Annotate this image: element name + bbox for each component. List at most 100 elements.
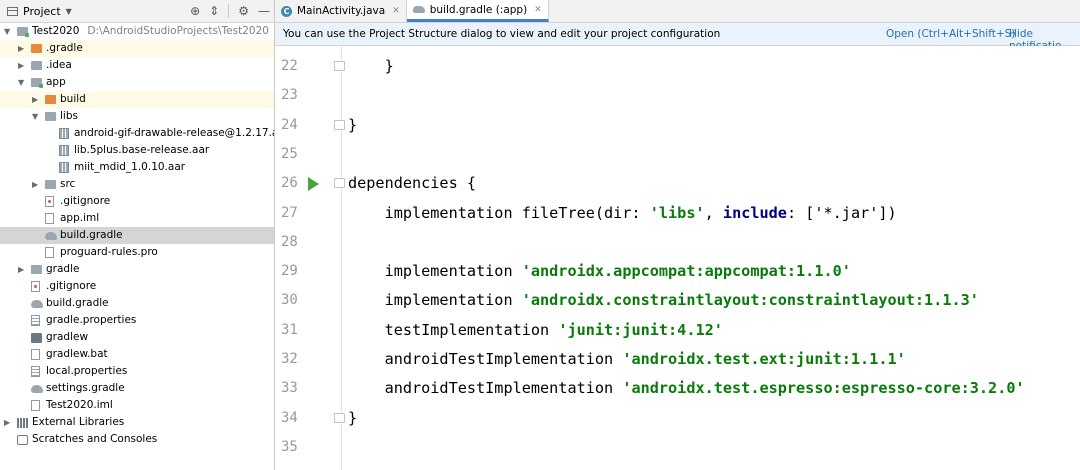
expanded-chevron-icon[interactable]: ▼ [18, 74, 24, 91]
java-class-icon: C [281, 5, 292, 17]
code-line[interactable]: 24} [275, 111, 1080, 140]
tree-item[interactable]: lib.5plus.base-release.aar [0, 142, 274, 159]
line-number: 31 [281, 321, 298, 338]
code-line[interactable]: 33 androidTestImplementation 'androidx.t… [275, 374, 1080, 403]
tree-item[interactable]: Scratches and Consoles [0, 431, 274, 448]
fold-marker-icon[interactable] [334, 61, 345, 71]
code-text: } [348, 57, 394, 75]
tree-item[interactable]: local.properties [0, 363, 274, 380]
fold-marker-icon[interactable] [334, 178, 345, 189]
gear-icon[interactable]: ⚙ [238, 4, 249, 18]
code-text: dependencies { [348, 174, 477, 193]
tree-item-label: Scratches and Consoles [32, 433, 158, 445]
gitignore-file-icon [45, 196, 54, 207]
project-tree: ▼ Test2020 D:\AndroidStudioProjects\Test20… [0, 23, 274, 448]
locate-target-icon[interactable]: ⊕ [190, 4, 200, 18]
tree-item-label: build.gradle [46, 297, 109, 309]
code-text: implementation fileTree(dir: 'libs', inc… [348, 203, 897, 222]
line-number: 25 [281, 145, 298, 162]
code-text: implementation 'androidx.appcompat:appco… [348, 262, 851, 281]
tree-item[interactable]: ▼ Test2020 D:\AndroidStudioProjects\Test20… [0, 23, 274, 40]
tree-item-label: local.properties [46, 365, 128, 377]
tree-item[interactable]: .gitignore [0, 193, 274, 210]
dropdown-arrow-icon[interactable]: ▼ [66, 7, 72, 16]
tree-item[interactable]: gradle.properties [0, 312, 274, 329]
run-gutter-icon[interactable] [308, 177, 319, 192]
tab-build-gradle-app[interactable]: build.gradle (:app) ✕ [406, 0, 549, 22]
code-line[interactable]: 29 implementation 'androidx.appcompat:ap… [275, 257, 1080, 286]
tree-item-label: External Libraries [32, 416, 125, 428]
collapsed-chevron-icon[interactable]: ▶ [32, 91, 38, 108]
gradle-file-icon [412, 6, 425, 13]
collapsed-chevron-icon[interactable]: ▶ [32, 176, 38, 193]
iml-file-icon [31, 400, 40, 411]
tree-item[interactable]: settings.gradle [0, 380, 274, 397]
expanded-chevron-icon[interactable]: ▼ [4, 23, 10, 40]
code-line[interactable]: 31 testImplementation 'junit:junit:4.12' [275, 316, 1080, 345]
fold-marker-icon[interactable] [334, 412, 345, 423]
collapsed-chevron-icon[interactable]: ▶ [18, 40, 24, 57]
tree-item[interactable]: ▶ build [0, 91, 274, 108]
tree-item[interactable]: ▼ app [0, 74, 274, 91]
tree-item[interactable]: ▶ src [0, 176, 274, 193]
project-path: D:\AndroidStudioProjects\Test2020 [87, 25, 269, 37]
collapsed-chevron-icon[interactable]: ▶ [18, 57, 24, 74]
notification-message: You can use the Project Structure dialog… [283, 28, 721, 40]
folder-icon [31, 265, 42, 274]
tab-label: build.gradle (:app) [429, 3, 528, 16]
code-line[interactable]: 25 [275, 140, 1080, 169]
gradle-file-icon [31, 385, 43, 393]
tree-item[interactable]: build.gradle [0, 227, 274, 244]
code-line[interactable]: 30 implementation 'androidx.constraintla… [275, 286, 1080, 315]
collapsed-chevron-icon[interactable]: ▶ [4, 414, 10, 431]
code-line[interactable]: 23 [275, 81, 1080, 110]
line-number: 33 [281, 380, 298, 397]
code-line[interactable]: 26 dependencies { [275, 169, 1080, 198]
code-line[interactable]: 32 androidTestImplementation 'androidx.t… [275, 345, 1080, 374]
expanded-chevron-icon[interactable]: ▼ [32, 108, 38, 125]
tree-item[interactable]: Test2020.iml [0, 397, 274, 414]
toolbar-separator [228, 4, 230, 18]
collapse-all-icon[interactable]: ⇕ [209, 4, 219, 18]
iml-file-icon [45, 213, 54, 224]
project-panel: Project ▼ ⊕ ⇕ ⚙ — ▼ Test2020 D:\AndroidStu… [0, 0, 275, 470]
code-line[interactable]: 22 } [275, 52, 1080, 81]
tree-item[interactable]: .gitignore [0, 278, 274, 295]
line-number: 29 [281, 263, 298, 280]
gradle-file-icon [45, 232, 57, 240]
code-editor[interactable]: 22 } 23 24} 25 26 dependencies {27 implementa… [275, 46, 1080, 470]
close-icon[interactable]: ✕ [534, 5, 542, 15]
tree-item[interactable]: ▶ .idea [0, 57, 274, 74]
tree-item[interactable]: ▶ gradle [0, 261, 274, 278]
tree-item[interactable]: android-gif-drawable-release@1.2.17.aar [0, 125, 274, 142]
tree-item[interactable]: gradlew [0, 329, 274, 346]
tree-item[interactable]: miit_mdid_1.0.10.aar [0, 159, 274, 176]
tree-item[interactable]: ▶ External Libraries [0, 414, 274, 431]
close-icon[interactable]: ✕ [392, 6, 400, 16]
tab-main-activity[interactable]: C MainActivity.java ✕ [275, 0, 407, 22]
tree-item[interactable]: ▶ .gradle [0, 40, 274, 57]
project-view-selector[interactable]: Project [23, 5, 61, 18]
aar-file-icon [59, 145, 69, 156]
code-line[interactable]: 34} [275, 404, 1080, 433]
tab-label: MainActivity.java [297, 5, 386, 17]
open-project-structure-link[interactable]: Open (Ctrl+Alt+Shift+S) [886, 28, 1015, 40]
tree-item-label: gradle [46, 263, 80, 275]
collapsed-chevron-icon[interactable]: ▶ [18, 261, 24, 278]
code-line[interactable]: 35 [275, 433, 1080, 462]
properties-file-icon [31, 366, 40, 377]
tree-item[interactable]: gradlew.bat [0, 346, 274, 363]
tree-item[interactable]: build.gradle [0, 295, 274, 312]
tree-item[interactable]: app.iml [0, 210, 274, 227]
tree-item[interactable]: proguard-rules.pro [0, 244, 274, 261]
aar-file-icon [59, 128, 69, 139]
code-line[interactable]: 28 [275, 228, 1080, 257]
code-line[interactable]: 27 implementation fileTree(dir: 'libs', … [275, 199, 1080, 228]
tree-item-label: .gradle [46, 42, 83, 54]
line-number: 30 [281, 292, 298, 309]
minimize-icon[interactable]: — [258, 4, 270, 18]
terminal-file-icon [31, 333, 42, 343]
tree-item[interactable]: ▼ libs [0, 108, 274, 125]
code-text: } [348, 115, 358, 134]
fold-marker-icon[interactable] [334, 119, 345, 130]
